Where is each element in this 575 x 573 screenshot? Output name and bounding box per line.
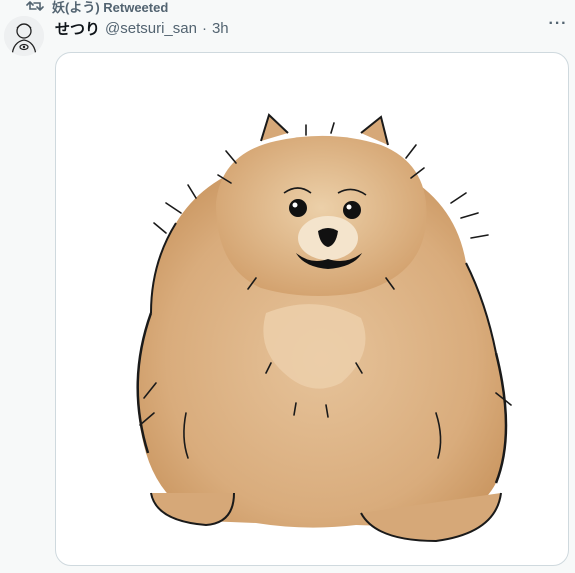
user-avatar-icon xyxy=(4,16,44,56)
tweet-header: せつり @setsuri_san · 3h xyxy=(55,18,567,38)
display-name[interactable]: せつり xyxy=(55,18,100,39)
retweet-label: 妖(よう) Retweeted xyxy=(52,0,169,15)
more-options-icon[interactable]: ··· xyxy=(547,16,569,37)
user-handle[interactable]: @setsuri_san xyxy=(105,20,197,37)
separator-dot: · xyxy=(201,19,207,37)
retweet-context[interactable]: 妖(よう) Retweeted xyxy=(26,0,168,15)
pomeranian-illustration xyxy=(136,113,512,543)
timestamp[interactable]: 3h xyxy=(212,20,229,37)
retweet-icon xyxy=(26,0,44,13)
tweet-media-image[interactable] xyxy=(55,52,569,566)
avatar[interactable] xyxy=(4,16,44,56)
